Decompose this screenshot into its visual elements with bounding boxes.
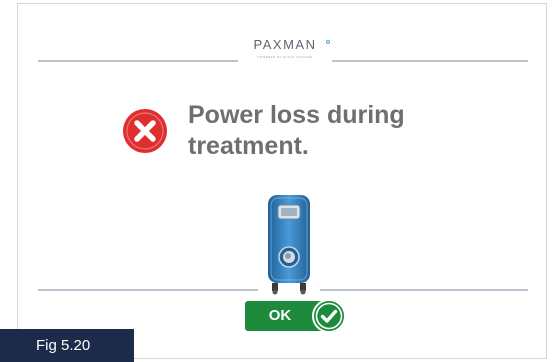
footer-divider-left (38, 289, 258, 291)
ok-button-label: OK (268, 307, 292, 324)
logo-tagline: POWERED BY SCALP COOLING (257, 55, 313, 59)
error-icon (122, 108, 168, 154)
error-message: Power loss during treatment. (188, 100, 488, 162)
footer-divider-right (320, 289, 528, 291)
header-divider-left (38, 60, 238, 62)
scalp-cooling-machine-icon (264, 193, 314, 295)
paxman-logo: PAXMAN POWERED BY SCALP COOLING (236, 38, 334, 59)
figure-caption: Fig 5.20 (0, 329, 134, 362)
error-message-line-1: Power loss during (188, 101, 405, 129)
error-message-line-2: treatment. (188, 132, 309, 160)
logo-wordmark: PAXMAN (253, 37, 317, 52)
logo-registered-mark (326, 40, 330, 44)
header-divider-right (332, 60, 528, 62)
ok-button[interactable]: OK (245, 299, 349, 333)
checkmark-circle-icon (311, 299, 347, 333)
